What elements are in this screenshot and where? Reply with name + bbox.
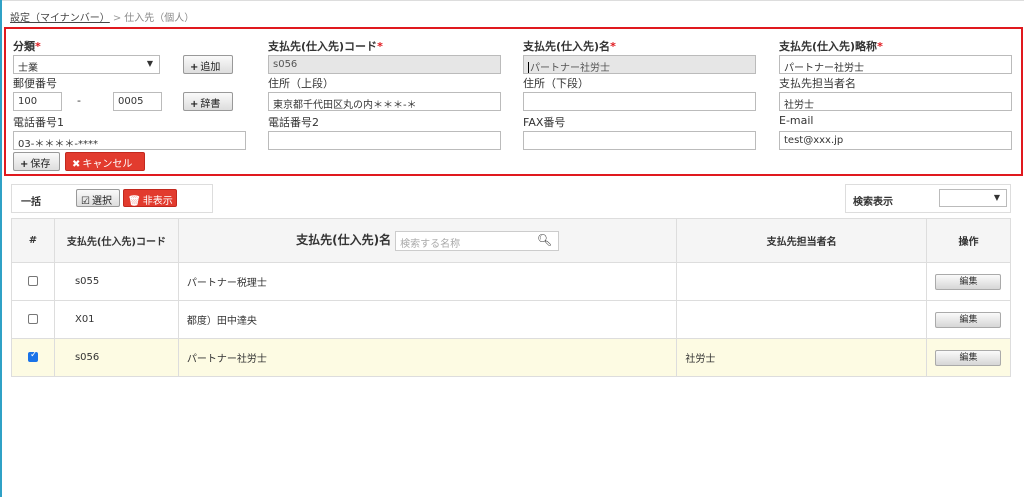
- supplier-short-name-field[interactable]: パートナー社労士: [779, 55, 1012, 74]
- row-code: s056: [53, 338, 179, 377]
- bulk-hide-button[interactable]: 🗑 非表示: [123, 189, 177, 207]
- category-select[interactable]: 士業 ▼: [13, 55, 160, 74]
- add-category-button[interactable]: + 追加: [183, 55, 233, 74]
- breadcrumb: 設定（マイナンバー） > 仕入先（個人）: [10, 9, 194, 24]
- close-icon: ✖: [72, 159, 81, 170]
- postal-code-separator: -: [77, 94, 81, 107]
- edit-button[interactable]: 編集: [935, 311, 1002, 328]
- row-action-cell: 編集: [925, 262, 1012, 301]
- contact-person-field[interactable]: 社労士: [779, 92, 1012, 111]
- bulk-label: 一括: [21, 197, 41, 208]
- row-contact: 社労士: [676, 338, 927, 377]
- table-row[interactable]: s055 パートナー税理士 編集: [11, 262, 1012, 301]
- bulk-select-button[interactable]: ☑ 選択: [76, 189, 120, 207]
- supplier-code-field[interactable]: s056: [268, 55, 501, 74]
- row-checkbox-cell: [11, 338, 55, 377]
- left-accent-bar: [0, 0, 2, 497]
- postal-code-second-field[interactable]: 0005: [113, 92, 162, 111]
- supplier-edit-form: 分類* 士業 ▼ + 追加 郵便番号 100 - 0005 + 辞書 電話番号1 03…: [4, 27, 1023, 176]
- supplier-name-field[interactable]: パートナー社労士: [523, 55, 756, 74]
- postal-code-label: 郵便番号: [13, 77, 57, 90]
- row-name: 都度）田中達央: [177, 300, 678, 339]
- row-action-cell: 編集: [925, 338, 1012, 377]
- row-checkbox[interactable]: [27, 314, 38, 324]
- email-label: E-mail: [779, 114, 814, 127]
- header-name: 支払先(仕入先)名: [296, 232, 392, 247]
- phone2-field[interactable]: [268, 131, 501, 150]
- header-code: 支払先(仕入先)コード: [53, 218, 179, 263]
- row-contact: [676, 300, 927, 339]
- supplier-name-label: 支払先(仕入先)名*: [523, 40, 616, 53]
- address-upper-field[interactable]: 東京都千代田区丸の内＊＊＊-＊: [268, 92, 501, 111]
- header-name-cell: 支払先(仕入先)名 検索する名称 🔍︎: [177, 218, 678, 263]
- trash-icon: 🗑: [128, 196, 141, 207]
- table-row[interactable]: s056パートナー社労士社労士編集: [11, 338, 1012, 377]
- postal-code-first-field[interactable]: 100: [13, 92, 62, 111]
- plus-icon: +: [190, 62, 199, 73]
- breadcrumb-current: 仕入先（個人）: [124, 13, 195, 24]
- search-icon[interactable]: 🔍︎: [537, 233, 552, 247]
- search-display-label: 検索表示: [853, 197, 893, 208]
- plus-icon: +: [190, 99, 199, 110]
- chevron-down-icon: ▼: [146, 59, 153, 68]
- breadcrumb-separator: >: [112, 13, 122, 24]
- row-checkbox[interactable]: [27, 276, 38, 286]
- plus-icon: +: [20, 159, 29, 170]
- supplier-short-name-label: 支払先(仕入先)略称*: [779, 40, 883, 53]
- cancel-button[interactable]: ✖ キャンセル: [65, 152, 145, 171]
- header-contact: 支払先担当者名: [676, 218, 927, 263]
- top-border: [0, 0, 1024, 1]
- breadcrumb-link-settings[interactable]: 設定（マイナンバー）: [10, 13, 110, 24]
- save-button[interactable]: + 保存: [13, 152, 60, 171]
- supplier-table: # 支払先(仕入先)コード 支払先(仕入先)名 検索する名称 🔍︎ 支払先担当者名 …: [11, 218, 1012, 377]
- category-label: 分類*: [13, 40, 41, 53]
- phone1-label: 電話番号1: [13, 116, 64, 129]
- header-action: 操作: [925, 218, 1012, 263]
- edit-button[interactable]: 編集: [935, 349, 1002, 366]
- phone2-label: 電話番号2: [268, 116, 319, 129]
- search-display-bar: 検索表示 ▼: [845, 184, 1011, 213]
- row-checkbox[interactable]: [27, 350, 38, 362]
- address-lower-label: 住所（下段）: [523, 77, 589, 90]
- row-name: パートナー社労士: [177, 338, 678, 377]
- row-checkbox-cell: [11, 262, 55, 301]
- phone1-field[interactable]: 03-＊＊＊＊-****: [13, 131, 246, 150]
- edit-button[interactable]: 編集: [935, 273, 1002, 290]
- address-lower-field[interactable]: [523, 92, 756, 111]
- name-search-input[interactable]: 検索する名称 🔍︎: [395, 230, 560, 251]
- fax-label: FAX番号: [523, 116, 566, 129]
- row-code: X01: [53, 300, 179, 339]
- header-number: #: [11, 218, 55, 263]
- checkbox-edit-icon: ☑: [81, 196, 90, 207]
- search-display-select[interactable]: ▼: [939, 189, 1007, 207]
- dictionary-button[interactable]: + 辞書: [183, 92, 233, 111]
- address-upper-label: 住所（上段）: [268, 77, 334, 90]
- row-code: s055: [53, 262, 179, 301]
- contact-person-label: 支払先担当者名: [779, 77, 856, 90]
- bulk-action-bar: 一括 ☑ 選択 🗑 非表示: [11, 184, 213, 213]
- row-checkbox-cell: [11, 300, 55, 339]
- chevron-down-icon: ▼: [993, 193, 1000, 202]
- email-field[interactable]: test@xxx.jp: [779, 131, 1012, 150]
- row-contact: [676, 262, 927, 301]
- supplier-code-label: 支払先(仕入先)コード*: [268, 40, 383, 53]
- fax-field[interactable]: [523, 131, 756, 150]
- row-name: パートナー税理士: [177, 262, 678, 301]
- table-row[interactable]: X01 都度）田中達央 編集: [11, 300, 1012, 339]
- row-action-cell: 編集: [925, 300, 1012, 339]
